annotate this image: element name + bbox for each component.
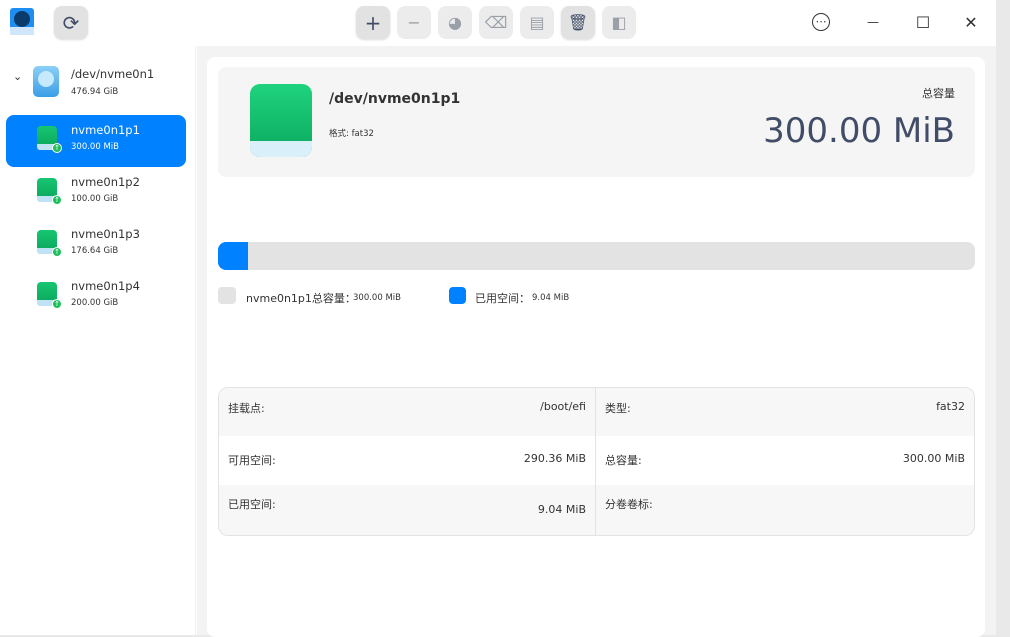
minus-icon: − xyxy=(407,13,421,32)
free-label: 可用空间: xyxy=(228,454,276,467)
partition-icon: ↑ xyxy=(37,178,62,205)
detail-card: /dev/nvme0n1p1 格式: fat32 总容量 300.00 MiB … xyxy=(207,57,985,637)
more-icon: ⋯ xyxy=(812,13,830,31)
mount-button[interactable]: ▤ xyxy=(520,6,554,39)
partition-header: /dev/nvme0n1p1 格式: fat32 总容量 300.00 MiB xyxy=(218,67,975,177)
mount-value: /boot/efi xyxy=(540,400,586,413)
partition-item[interactable]: ↑ nvme0n1p3 176.64 GiB xyxy=(6,219,186,271)
disk-icon xyxy=(33,66,59,97)
capacity-value: 300.00 MiB xyxy=(763,111,955,151)
trash-icon: 🗑 xyxy=(567,13,589,32)
delete-partition-button[interactable]: − xyxy=(397,6,431,39)
capacity-label: 总容量 xyxy=(922,87,955,100)
details-table: 挂载点: /boot/efi 类型: fat32 可用空间: 290.36 Mi… xyxy=(218,387,975,536)
total-value: 300.00 MiB xyxy=(902,452,965,465)
close-button[interactable]: ✕ xyxy=(956,8,986,36)
legend-total-swatch xyxy=(218,287,236,304)
split-button[interactable]: ◧ xyxy=(602,6,636,39)
used-value: 9.04 MiB xyxy=(537,503,586,516)
legend-used-value: 9.04 MiB xyxy=(532,293,570,303)
mount-label: 挂载点: xyxy=(228,402,265,415)
disk-item[interactable]: ⌄ /dev/nvme0n1 476.94 GiB xyxy=(0,60,196,104)
legend-used-swatch xyxy=(449,287,466,304)
refresh-button[interactable]: ⟳ xyxy=(54,6,88,39)
plus-icon: + xyxy=(364,10,382,35)
disk-name: /dev/nvme0n1 xyxy=(71,67,155,81)
sidebar: ⌄ /dev/nvme0n1 476.94 GiB ↑ nvme0n1p1 300.… xyxy=(0,46,196,635)
partition-item[interactable]: ↑ nvme0n1p4 200.00 GiB xyxy=(6,271,186,323)
app-window: ⟳ + − ◕ ⌫ ▤ 🗑 ◧ ⋯ — ☐ ✕ ⌄ /dev/nvme0n1 4… xyxy=(0,0,996,637)
titlebar: ⟳ + − ◕ ⌫ ▤ 🗑 ◧ ⋯ — ☐ ✕ xyxy=(0,0,996,46)
menu-button[interactable]: ⋯ xyxy=(806,8,836,36)
maximize-button[interactable]: ☐ xyxy=(908,8,938,36)
partition-title: /dev/nvme0n1p1 xyxy=(329,91,461,107)
partition-icon: ↑ xyxy=(37,282,62,309)
pie-chart-icon: ◕ xyxy=(448,13,462,32)
free-value: 290.36 MiB xyxy=(523,452,586,465)
main-panel: /dev/nvme0n1p1 格式: fat32 总容量 300.00 MiB … xyxy=(197,46,996,637)
type-value: fat32 xyxy=(936,400,965,413)
used-label: 已用空间: xyxy=(228,498,276,511)
partition-disk-icon xyxy=(250,84,312,157)
partition-icon: ↑ xyxy=(37,126,62,153)
app-logo-icon xyxy=(10,8,34,35)
usage-bar xyxy=(218,242,975,270)
minimize-button[interactable]: — xyxy=(858,8,888,36)
eraser-icon: ⌫ xyxy=(484,13,508,32)
chevron-down-icon[interactable]: ⌄ xyxy=(13,70,22,83)
mount-icon: ▤ xyxy=(529,13,545,32)
resize-partition-button[interactable]: ◕ xyxy=(438,6,472,39)
disk-size: 476.94 GiB xyxy=(71,87,119,97)
total-label: 总容量: xyxy=(605,454,642,467)
legend-total-label: nvme0n1p1总容量： xyxy=(246,292,356,305)
partition-item[interactable]: ↑ nvme0n1p2 100.00 GiB xyxy=(6,167,186,219)
usage-bar-used xyxy=(218,242,248,270)
volume-label-label: 分卷卷标: xyxy=(605,498,653,511)
wipe-button[interactable]: ⌫ xyxy=(479,6,513,39)
refresh-icon: ⟳ xyxy=(62,10,80,35)
add-partition-button[interactable]: + xyxy=(356,6,390,39)
partition-item[interactable]: ↑ nvme0n1p1 300.00 MiB xyxy=(6,115,186,167)
legend-used-label: 已用空间： xyxy=(475,292,530,305)
legend-total-value: 300.00 MiB xyxy=(353,293,401,303)
unmount-button[interactable]: 🗑 xyxy=(561,6,595,39)
split-icon: ◧ xyxy=(611,13,627,32)
partition-format: 格式: fat32 xyxy=(329,129,374,139)
type-label: 类型: xyxy=(605,402,631,415)
partition-icon: ↑ xyxy=(37,230,62,257)
